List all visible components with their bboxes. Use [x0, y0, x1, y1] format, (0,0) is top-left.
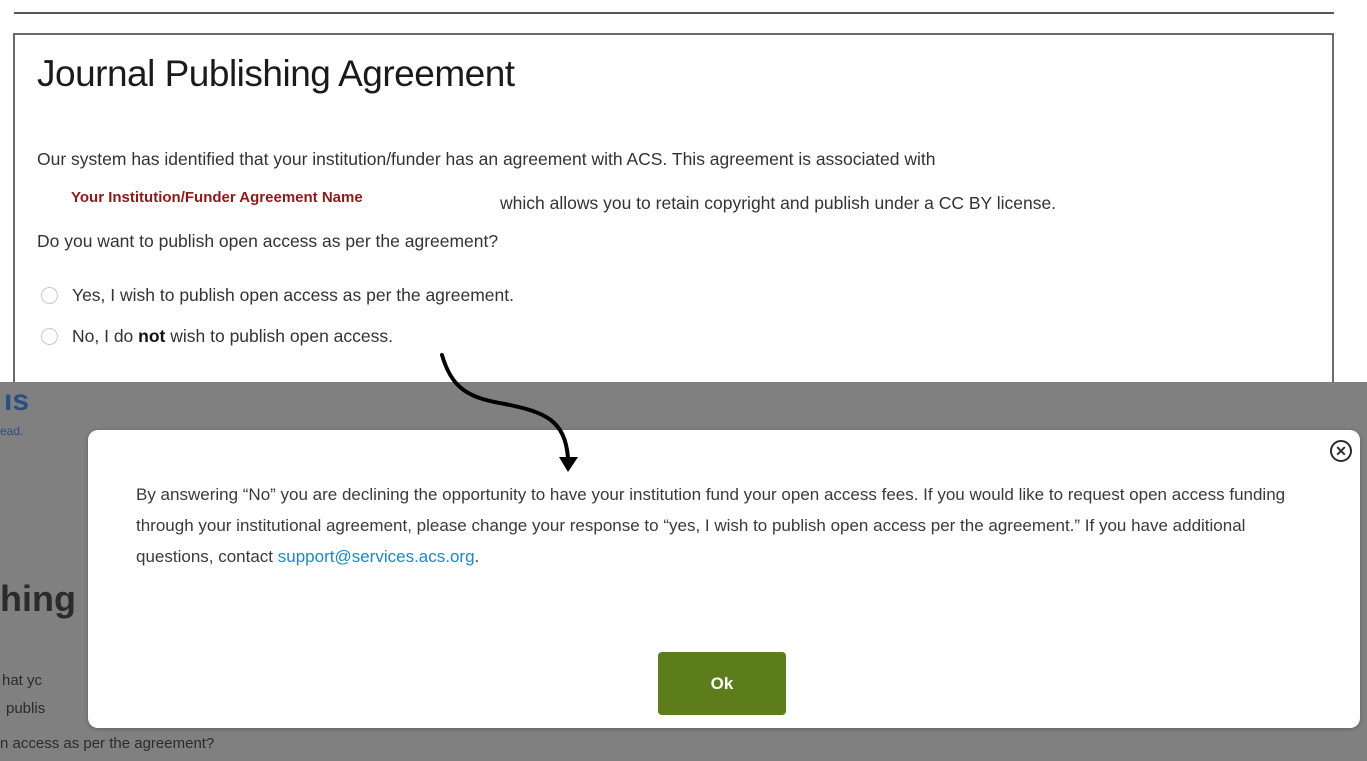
background-text-line: publis	[6, 700, 46, 717]
top-divider	[14, 12, 1334, 14]
radio-option-no[interactable]: No, I do not wish to publish open access…	[41, 326, 393, 347]
ok-button[interactable]: Ok	[658, 652, 786, 715]
agreement-license-text: which allows you to retain copyright and…	[500, 193, 1057, 213]
radio-label-no-prefix: No, I do	[72, 326, 139, 346]
agreement-intro-text: Our system has identified that your inst…	[37, 149, 936, 169]
screenshot-stage: Journal Publishing Agreement Our system …	[0, 0, 1367, 761]
agreement-name: Your Institution/Funder Agreement Name	[71, 189, 363, 206]
modal-message-end: .	[474, 547, 480, 566]
close-icon[interactable]: ✕	[1330, 440, 1352, 462]
radio-option-yes[interactable]: Yes, I wish to publish open access as pe…	[41, 285, 514, 306]
radio-label-no-emphasis: not	[138, 326, 166, 346]
background-text-line: n access as per the agreement?	[0, 735, 215, 752]
background-logo-subtext: ead.	[0, 424, 24, 438]
radio-label-yes: Yes, I wish to publish open access as pe…	[72, 285, 514, 305]
background-text-line: hat yc	[2, 672, 43, 689]
radio-label-no: No, I do not wish to publish open access…	[72, 326, 393, 347]
page-title: Journal Publishing Agreement	[37, 53, 515, 94]
support-email-link[interactable]: support@services.acs.org	[278, 547, 475, 566]
agreement-question: Do you want to publish open access as pe…	[37, 231, 499, 251]
background-heading: hing	[0, 578, 76, 619]
radio-button-no[interactable]	[41, 328, 58, 345]
radio-label-no-suffix: wish to publish open access.	[165, 326, 394, 346]
background-logo-text: ıs	[4, 384, 30, 417]
radio-button-yes[interactable]	[41, 287, 58, 304]
modal-message: By answering “No” you are declining the …	[136, 479, 1306, 572]
decline-confirmation-modal: ✕ By answering “No” you are declining th…	[88, 430, 1360, 728]
